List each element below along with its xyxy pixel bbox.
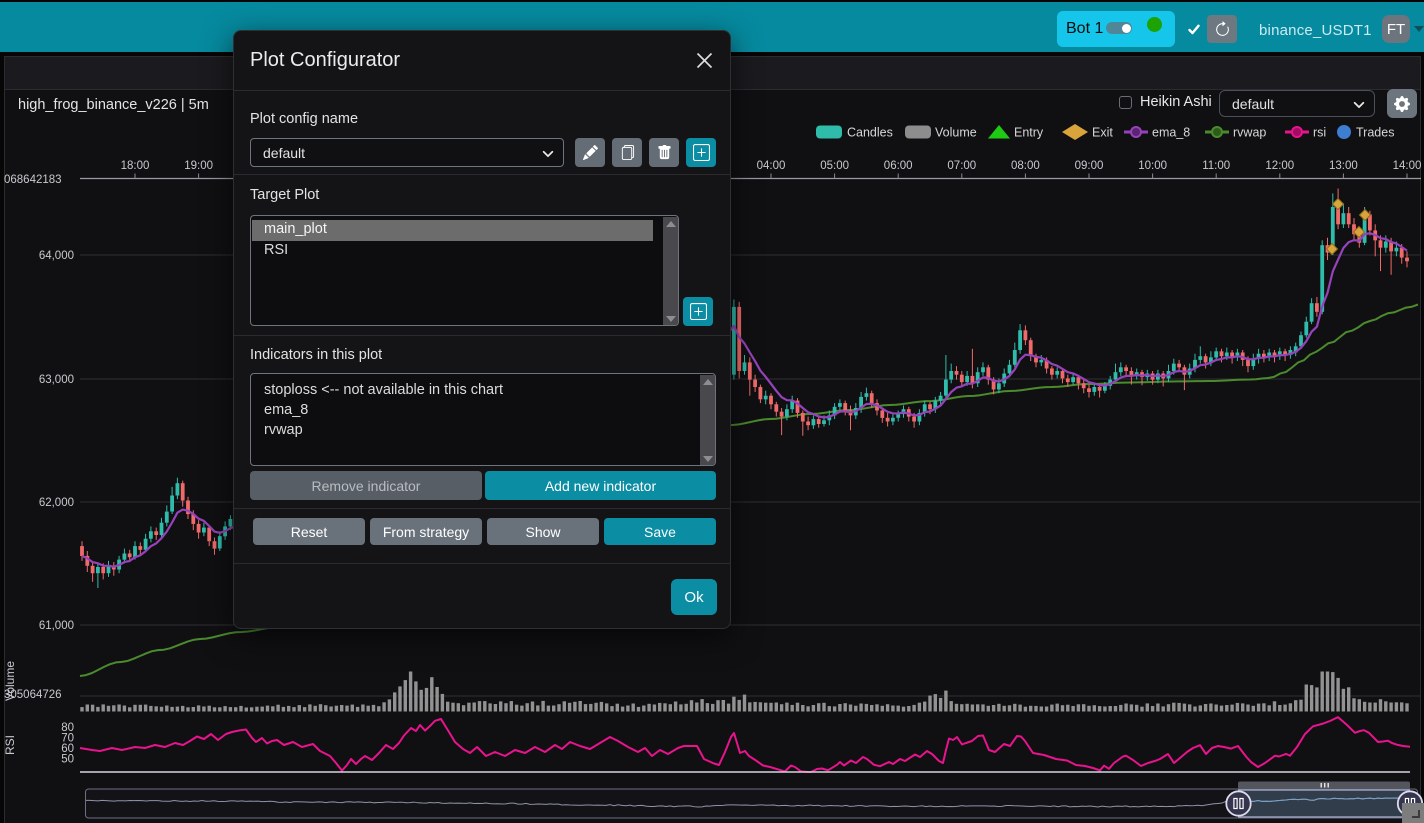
svg-text:04:00: 04:00 [757, 160, 786, 172]
svg-text:10:00: 10:00 [1138, 160, 1167, 172]
svg-text:rsi: rsi [1313, 126, 1326, 140]
svg-text:Volume: Volume [935, 126, 977, 140]
svg-text:12:00: 12:00 [1265, 160, 1294, 172]
svg-text:05:00: 05:00 [820, 160, 849, 172]
svg-text:ema_8: ema_8 [1152, 126, 1190, 140]
svg-text:62,000: 62,000 [39, 497, 74, 509]
svg-text:50: 50 [61, 754, 74, 766]
svg-text:13:00: 13:00 [1329, 160, 1358, 172]
svg-text:11:00: 11:00 [1202, 160, 1230, 172]
svg-text:Entry: Entry [1014, 126, 1044, 140]
svg-text:rvwap: rvwap [1233, 126, 1266, 140]
svg-text:high_frog_binance_v226 | 5m: high_frog_binance_v226 | 5m [18, 97, 209, 113]
svg-text:64,000: 64,000 [39, 250, 74, 262]
svg-text:Exit: Exit [1092, 126, 1113, 140]
svg-text:19:00: 19:00 [184, 160, 213, 172]
svg-text:07:00: 07:00 [947, 160, 976, 172]
svg-text:61,000: 61,000 [39, 620, 74, 632]
svg-text:63,000: 63,000 [39, 374, 74, 386]
svg-text:RSI: RSI [3, 735, 17, 755]
svg-text:08:00: 08:00 [1011, 160, 1040, 172]
svg-text:14:00: 14:00 [1393, 160, 1422, 172]
svg-text:Candles: Candles [847, 126, 893, 140]
svg-text:Volume: Volume [3, 661, 17, 701]
svg-text:068642183: 068642183 [4, 174, 62, 186]
svg-text:09:00: 09:00 [1075, 160, 1104, 172]
svg-text:18:00: 18:00 [121, 160, 150, 172]
svg-text:06:00: 06:00 [884, 160, 913, 172]
svg-text:Trades: Trades [1356, 126, 1394, 140]
